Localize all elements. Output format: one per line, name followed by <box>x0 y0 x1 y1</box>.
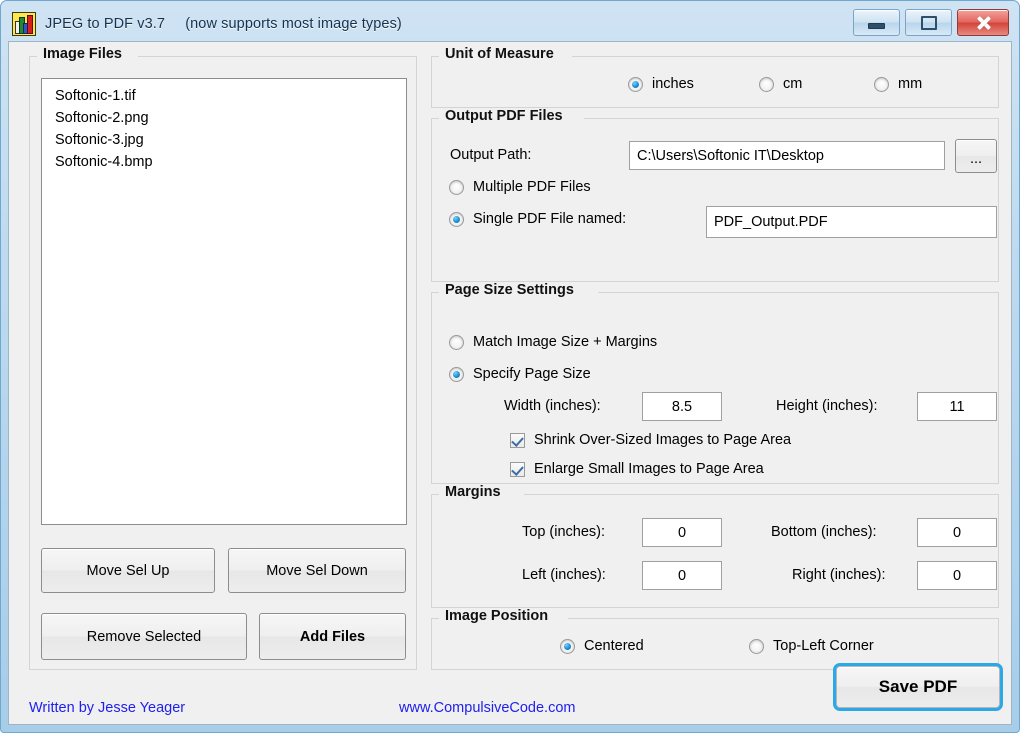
radio-icon-top-left <box>749 638 764 654</box>
radio-icon-specify-page-size <box>449 366 464 382</box>
window-controls <box>853 9 1009 36</box>
remove-selected-button[interactable]: Remove Selected <box>41 613 247 660</box>
checkbox-icon-enlarge <box>510 461 525 477</box>
radio-multiple-pdf-files[interactable]: Multiple PDF Files <box>449 179 591 195</box>
margin-left-input[interactable]: 0 <box>642 561 722 590</box>
radio-icon-single-pdf <box>449 211 464 227</box>
output-path-input[interactable]: C:\Users\Softonic IT\Desktop <box>629 141 945 170</box>
radio-label-match-image-size: Match Image Size + Margins <box>473 334 658 350</box>
group-label-unit-of-measure: Unit of Measure <box>441 46 559 62</box>
window-title: JPEG to PDF v3.7 (now supports most imag… <box>45 16 402 32</box>
radio-label-cm: cm <box>783 76 803 92</box>
checkbox-shrink-oversized[interactable]: Shrink Over-Sized Images to Page Area <box>510 432 791 448</box>
page-width-label: Width (inches): <box>504 398 601 414</box>
margin-right-input[interactable]: 0 <box>917 561 997 590</box>
margin-bottom-label: Bottom (inches): <box>771 524 877 540</box>
group-margins: Margins Top (inches): 0 Bottom (inches):… <box>431 484 999 608</box>
radio-label-specify-page-size: Specify Page Size <box>473 366 591 382</box>
radio-label-single-pdf: Single PDF File named: <box>473 211 627 227</box>
margin-bottom-input[interactable]: 0 <box>917 518 997 547</box>
author-link[interactable]: Written by Jesse Yeager <box>29 700 185 716</box>
radio-label-mm: mm <box>898 76 923 92</box>
title-bar: JPEG to PDF v3.7 (now supports most imag… <box>8 7 1012 41</box>
application-window: JPEG to PDF v3.7 (now supports most imag… <box>0 0 1020 733</box>
save-pdf-button[interactable]: Save PDF <box>833 663 1003 711</box>
group-image-position: Image Position Centered Top-Left Corner <box>431 608 999 670</box>
radio-single-pdf-file[interactable]: Single PDF File named: <box>449 211 626 227</box>
checkbox-enlarge-small[interactable]: Enlarge Small Images to Page Area <box>510 461 764 477</box>
radio-unit-cm[interactable]: cm <box>759 76 802 92</box>
checkbox-label-enlarge: Enlarge Small Images to Page Area <box>534 461 764 477</box>
client-area: Image Files Softonic-1.tif Softonic-2.pn… <box>8 41 1012 725</box>
add-files-button[interactable]: Add Files <box>259 613 406 660</box>
browse-path-button[interactable]: ... <box>955 139 997 173</box>
list-item[interactable]: Softonic-2.png <box>42 107 406 129</box>
checkbox-label-shrink: Shrink Over-Sized Images to Page Area <box>534 432 792 448</box>
margin-top-input[interactable]: 0 <box>642 518 722 547</box>
image-files-list[interactable]: Softonic-1.tif Softonic-2.png Softonic-3… <box>41 78 407 525</box>
app-icon <box>12 12 36 36</box>
radio-label-top-left: Top-Left Corner <box>773 638 874 654</box>
radio-position-top-left[interactable]: Top-Left Corner <box>749 638 874 654</box>
group-unit-of-measure: Unit of Measure inches cm mm <box>431 46 999 108</box>
group-label-margins: Margins <box>441 484 506 500</box>
minimize-button[interactable] <box>853 9 900 36</box>
radio-icon-cm <box>759 76 774 92</box>
radio-label-inches: inches <box>652 76 694 92</box>
list-item[interactable]: Softonic-4.bmp <box>42 151 406 173</box>
maximize-icon <box>920 15 937 30</box>
window-title-subtitle: (now supports most image types) <box>185 16 402 32</box>
list-item[interactable]: Softonic-3.jpg <box>42 129 406 151</box>
close-button[interactable] <box>957 9 1009 36</box>
list-item[interactable]: Softonic-1.tif <box>42 85 406 107</box>
move-sel-up-button[interactable]: Move Sel Up <box>41 548 215 593</box>
group-label-page-size-settings: Page Size Settings <box>441 282 579 298</box>
output-path-label: Output Path: <box>450 147 532 163</box>
maximize-button[interactable] <box>905 9 952 36</box>
margin-right-label: Right (inches): <box>792 567 886 583</box>
minimize-icon <box>868 23 885 29</box>
window-title-main: JPEG to PDF v3.7 <box>45 16 166 32</box>
radio-label-multiple-pdf: Multiple PDF Files <box>473 179 591 195</box>
radio-specify-page-size[interactable]: Specify Page Size <box>449 366 591 382</box>
group-label-output-pdf-files: Output PDF Files <box>441 108 568 124</box>
radio-unit-mm[interactable]: mm <box>874 76 922 92</box>
group-label-image-position: Image Position <box>441 608 554 624</box>
radio-icon-inches <box>628 76 643 92</box>
page-height-label: Height (inches): <box>776 398 878 414</box>
radio-label-centered: Centered <box>584 638 644 654</box>
radio-unit-inches[interactable]: inches <box>628 76 694 92</box>
radio-match-image-size[interactable]: Match Image Size + Margins <box>449 334 657 350</box>
page-height-input[interactable]: 11 <box>917 392 997 421</box>
group-page-size-settings: Page Size Settings Match Image Size + Ma… <box>431 282 999 484</box>
page-width-input[interactable]: 8.5 <box>642 392 722 421</box>
group-label-image-files: Image Files <box>39 46 127 62</box>
close-icon <box>976 16 990 30</box>
radio-position-centered[interactable]: Centered <box>560 638 644 654</box>
single-pdf-filename-input[interactable]: PDF_Output.PDF <box>706 206 997 238</box>
margin-left-label: Left (inches): <box>522 567 606 583</box>
radio-icon-centered <box>560 638 575 654</box>
move-sel-down-button[interactable]: Move Sel Down <box>228 548 406 593</box>
group-output-pdf-files: Output PDF Files Output Path: C:\Users\S… <box>431 108 999 282</box>
margin-top-label: Top (inches): <box>522 524 606 540</box>
group-image-files: Image Files Softonic-1.tif Softonic-2.pn… <box>29 46 417 670</box>
website-link[interactable]: www.CompulsiveCode.com <box>399 700 575 716</box>
radio-icon-multiple-pdf <box>449 179 464 195</box>
radio-icon-mm <box>874 76 889 92</box>
checkbox-icon-shrink <box>510 432 525 448</box>
radio-icon-match-image-size <box>449 334 464 350</box>
